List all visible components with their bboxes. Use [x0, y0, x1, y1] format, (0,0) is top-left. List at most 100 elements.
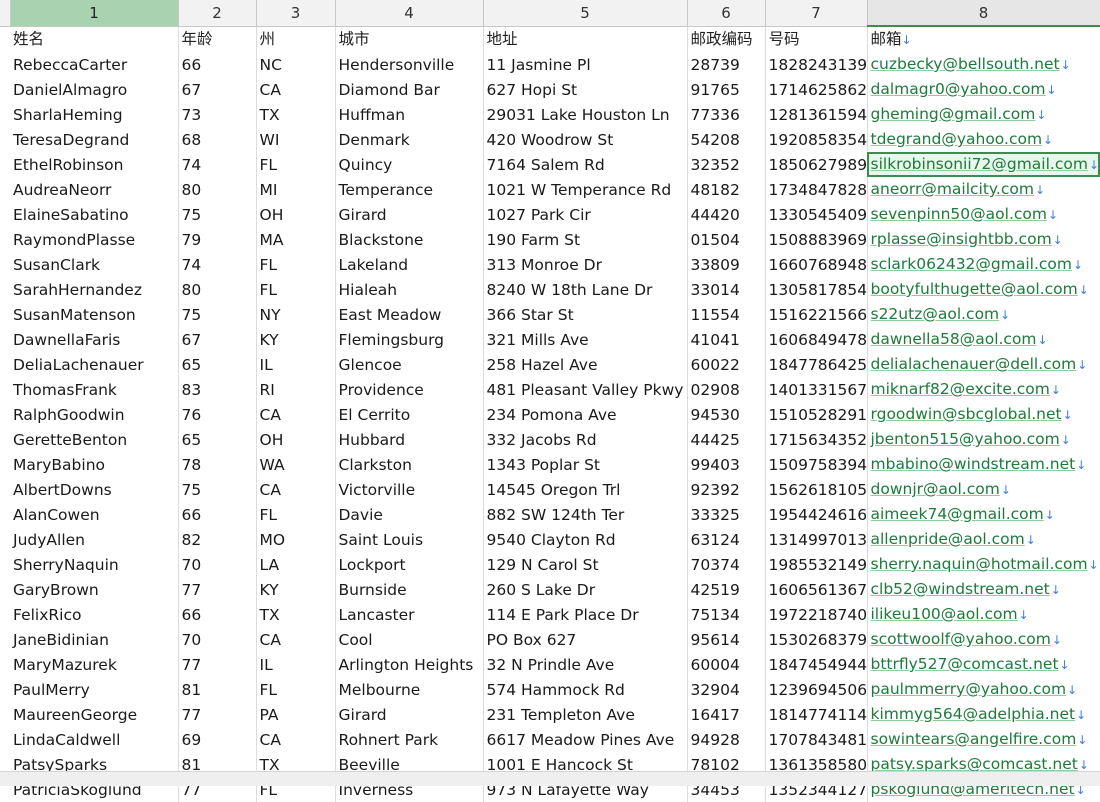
cell-zip[interactable]: 94530: [687, 402, 766, 427]
cell-state[interactable]: KY: [256, 577, 336, 602]
cell-zip[interactable]: 32352: [687, 152, 766, 177]
email-link-text[interactable]: miknarf82@excite.com: [871, 380, 1050, 398]
cell-state[interactable]: TX: [256, 602, 336, 627]
cell-phone[interactable]: 15626181059: [765, 477, 868, 502]
cell-phone-header[interactable]: 号码: [765, 26, 868, 52]
cell-age[interactable]: 73: [178, 102, 257, 127]
cell-email-link[interactable]: clb52@windstream.net↓: [867, 577, 1100, 602]
cell-phone[interactable]: 16068494786: [765, 327, 868, 352]
cell-state[interactable]: FL: [256, 252, 336, 277]
email-link-text[interactable]: sowintears@angelfire.com: [871, 730, 1077, 748]
cell-city[interactable]: Victorville: [335, 477, 484, 502]
cell-phone[interactable]: 13305454093: [765, 202, 868, 227]
cell-phone[interactable]: 17078434810: [765, 727, 868, 752]
cell-zip[interactable]: 91765: [687, 77, 766, 102]
cell-address[interactable]: 420 Woodrow St: [483, 127, 688, 152]
email-link-text[interactable]: bttrfly527@comcast.net: [871, 655, 1059, 673]
cell-city[interactable]: Flemingsburg: [335, 327, 484, 352]
cell-email-link[interactable]: downjr@aol.com↓: [867, 477, 1100, 502]
cell-name[interactable]: SusanClark: [10, 252, 179, 277]
email-link-text[interactable]: allenpride@aol.com: [871, 530, 1025, 548]
cell-city[interactable]: Girard: [335, 702, 484, 727]
cell-phone[interactable]: 18282431392: [765, 52, 868, 77]
cell-name[interactable]: MaryMazurek: [10, 652, 179, 677]
cell-name[interactable]: LindaCaldwell: [10, 727, 179, 752]
email-link-text[interactable]: gheming@gmail.com: [871, 105, 1036, 123]
cell-address[interactable]: 114 E Park Place Dr: [483, 602, 688, 627]
cell-name[interactable]: DanielAlmagro: [10, 77, 179, 102]
cell-email-header[interactable]: 邮箱↓: [867, 26, 1100, 52]
cell-age[interactable]: 81: [178, 677, 257, 702]
horizontal-scrollbar[interactable]: [0, 771, 1100, 786]
email-link-text[interactable]: sherry.naquin@hotmail.com: [871, 555, 1088, 573]
email-link-text[interactable]: rgoodwin@sbcglobal.net: [871, 405, 1062, 423]
column-header-4[interactable]: 4: [335, 0, 484, 27]
email-link-text[interactable]: jbenton515@yahoo.com: [871, 430, 1060, 448]
email-link-text[interactable]: aimeek74@gmail.com: [871, 505, 1044, 523]
cell-state[interactable]: RI: [256, 377, 336, 402]
cell-phone[interactable]: 18506279896: [765, 152, 868, 177]
cell-state[interactable]: CA: [256, 77, 336, 102]
email-link-text[interactable]: tdegrand@yahoo.com: [871, 130, 1043, 148]
cell-state[interactable]: FL: [256, 152, 336, 177]
cell-name[interactable]: RaymondPlasse: [10, 227, 179, 252]
cell-address[interactable]: 14545 Oregon Trl: [483, 477, 688, 502]
cell-city[interactable]: Cool: [335, 627, 484, 652]
cell-email-link[interactable]: miknarf82@excite.com↓: [867, 377, 1100, 402]
cell-zip[interactable]: 77336: [687, 102, 766, 127]
cell-name[interactable]: GaryBrown: [10, 577, 179, 602]
cell-age[interactable]: 67: [178, 77, 257, 102]
email-link-text[interactable]: paulmmerry@yahoo.com: [871, 680, 1067, 698]
cell-city[interactable]: Diamond Bar: [335, 77, 484, 102]
cell-city[interactable]: Arlington Heights: [335, 652, 484, 677]
cell-city[interactable]: Quincy: [335, 152, 484, 177]
column-header-5[interactable]: 5: [483, 0, 688, 27]
cell-age[interactable]: 82: [178, 527, 257, 552]
cell-city[interactable]: Melbourne: [335, 677, 484, 702]
email-link-text[interactable]: downjr@aol.com: [871, 480, 1000, 498]
cell-age-header[interactable]: 年龄: [178, 26, 257, 52]
cell-address[interactable]: 1027 Park Cir: [483, 202, 688, 227]
cell-phone[interactable]: 12813615945: [765, 102, 868, 127]
cell-email-link[interactable]: bttrfly527@comcast.net↓: [867, 652, 1100, 677]
cell-address[interactable]: 8240 W 18th Lane Dr: [483, 277, 688, 302]
cell-email-link[interactable]: dawnella58@aol.com↓: [867, 327, 1100, 352]
cell-state[interactable]: KY: [256, 327, 336, 352]
cell-email-link[interactable]: s22utz@aol.com↓: [867, 302, 1100, 327]
cell-name[interactable]: MaureenGeorge: [10, 702, 179, 727]
cell-address[interactable]: 332 Jacobs Rd: [483, 427, 688, 452]
cell-zip[interactable]: 11554: [687, 302, 766, 327]
cell-phone[interactable]: 19722187407: [765, 602, 868, 627]
cell-city[interactable]: El Cerrito: [335, 402, 484, 427]
cell-phone[interactable]: 17156343526: [765, 427, 868, 452]
cell-zip[interactable]: 70374: [687, 552, 766, 577]
cell-age[interactable]: 70: [178, 627, 257, 652]
cell-state[interactable]: FL: [256, 677, 336, 702]
email-link-text[interactable]: kimmyg564@adelphia.net: [871, 705, 1076, 723]
cell-age[interactable]: 67: [178, 327, 257, 352]
cell-age[interactable]: 75: [178, 202, 257, 227]
column-header-8[interactable]: 8: [867, 0, 1100, 27]
cell-address[interactable]: 6617 Meadow Pines Ave: [483, 727, 688, 752]
cell-state[interactable]: NC: [256, 52, 336, 77]
cell-phone[interactable]: 19855321497: [765, 552, 868, 577]
cell-city[interactable]: Rohnert Park: [335, 727, 484, 752]
cell-email-link[interactable]: scottwoolf@yahoo.com↓: [867, 627, 1100, 652]
cell-age[interactable]: 78: [178, 452, 257, 477]
cell-name[interactable]: GeretteBenton: [10, 427, 179, 452]
cell-phone[interactable]: 19544246169: [765, 502, 868, 527]
cell-age[interactable]: 65: [178, 427, 257, 452]
cell-name[interactable]: ThomasFrank: [10, 377, 179, 402]
cell-state[interactable]: CA: [256, 477, 336, 502]
cell-email-link[interactable]: rgoodwin@sbcglobal.net↓: [867, 402, 1100, 427]
cell-email-link[interactable]: aneorr@mailcity.com↓: [867, 177, 1100, 202]
cell-name[interactable]: SarahHernandez: [10, 277, 179, 302]
cell-zip[interactable]: 42519: [687, 577, 766, 602]
cell-city[interactable]: Lancaster: [335, 602, 484, 627]
cell-zip[interactable]: 01504: [687, 227, 766, 252]
cell-name[interactable]: FelixRico: [10, 602, 179, 627]
cell-phone[interactable]: 18147741146: [765, 702, 868, 727]
cell-name[interactable]: DawnellaFaris: [10, 327, 179, 352]
cell-name[interactable]: DeliaLachenauer: [10, 352, 179, 377]
cell-age[interactable]: 66: [178, 502, 257, 527]
